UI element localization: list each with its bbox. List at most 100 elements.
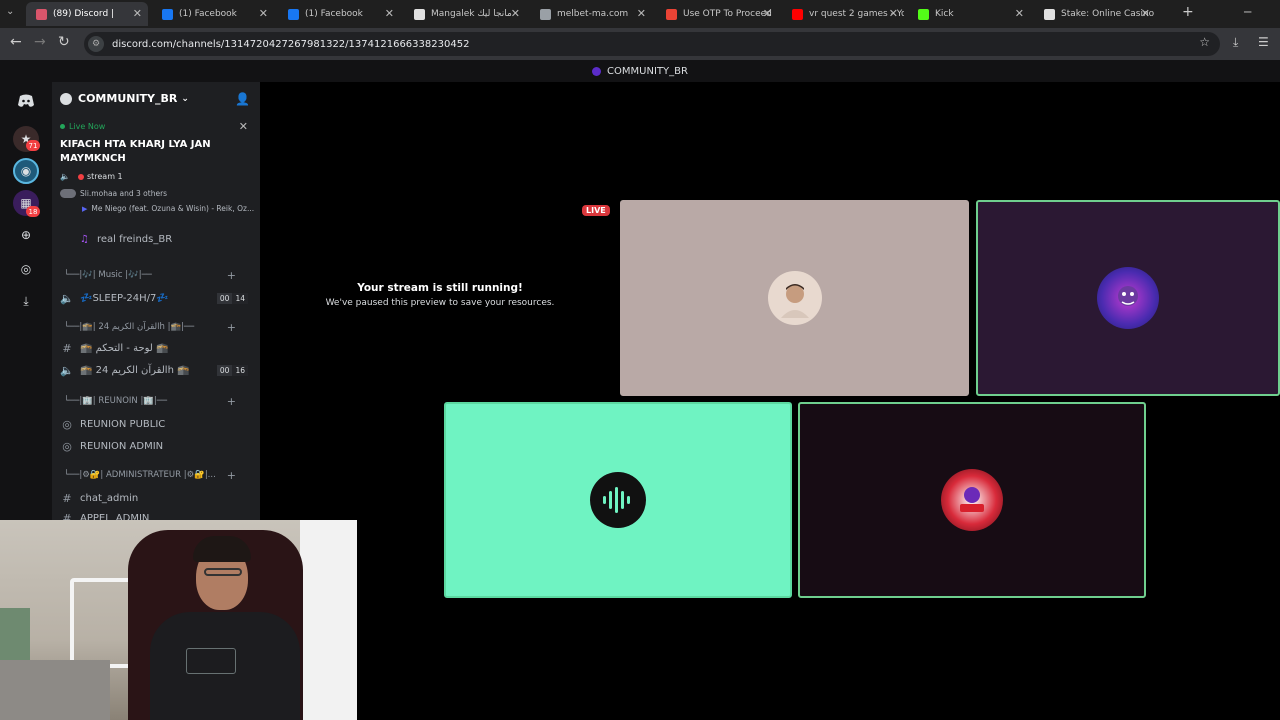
audio-wave-icon xyxy=(590,472,646,528)
new-tab-button[interactable]: + xyxy=(1182,4,1194,20)
browser-tab[interactable]: (1) Facebook ✕ xyxy=(278,2,400,26)
paused-preview-message: Your stream is still running! We've paus… xyxy=(320,282,560,308)
channel-item[interactable]: # APPEL_ADMIN xyxy=(52,512,260,520)
browser-tab[interactable]: (89) Discord | ✕ xyxy=(26,2,148,26)
server-rail: ★ 71 ◉ ▦ 18 ⊕ ◎ ⤓ xyxy=(0,82,52,520)
channel-item[interactable]: 🔈 🕋 القرآن الكريم 24h 🕋 00 16 xyxy=(52,364,260,377)
discover-icon[interactable]: ◎ xyxy=(13,256,39,282)
create-channel-icon[interactable]: + xyxy=(227,469,236,482)
avatar-stack xyxy=(60,189,76,198)
tab-close-icon[interactable]: ✕ xyxy=(889,7,898,20)
tab-close-icon[interactable]: ✕ xyxy=(133,7,142,20)
category-label: └──|⚙🔐| ADMINISTRATEUR |⚙🔐|... xyxy=(64,470,216,480)
channel-item[interactable]: 🔈 💤SLEEP-24H/7💤 00 14 xyxy=(52,292,260,305)
tab-title: melbet-ma.com xyxy=(557,9,629,19)
close-icon[interactable]: ✕ xyxy=(239,120,248,133)
site-info-icon[interactable]: ⚙ xyxy=(88,36,104,52)
member-name: real freinds_BR xyxy=(96,234,173,245)
live-now-panel[interactable]: Live Now ✕ KIFACH HTA KHARJ LYA JAN MAYM… xyxy=(52,116,260,204)
download-apps-icon[interactable]: ⤓ xyxy=(13,288,39,314)
tab-close-icon[interactable]: ✕ xyxy=(637,7,646,20)
glasses-icon xyxy=(204,568,242,576)
user-count: 00 xyxy=(216,293,233,304)
unread-badge: 71 xyxy=(26,140,40,151)
tab-title: Mangalek مانجا ليك xyxy=(431,9,512,19)
browser-tab[interactable]: Use OTP To Proceed ✕ xyxy=(656,2,778,26)
tab-favicon-icon xyxy=(666,8,677,20)
channel-item[interactable]: # chat_admin xyxy=(52,492,260,505)
tab-favicon-icon xyxy=(414,8,425,20)
speaker-icon: 🔈 xyxy=(60,172,70,181)
tab-close-icon[interactable]: ✕ xyxy=(1141,7,1150,20)
create-channel-icon[interactable]: + xyxy=(227,269,236,282)
category-label: └──|🕋| القرآن الكريم 24h |🕋|── xyxy=(64,322,195,332)
voice-channel-icon: 🔈 xyxy=(60,364,74,377)
browser-tab[interactable]: melbet-ma.com ✕ xyxy=(530,2,652,26)
text-channel-icon: # xyxy=(62,342,72,355)
stream-label: 🔈 stream 1 xyxy=(60,172,123,181)
tab-favicon-icon xyxy=(288,8,299,20)
browser-tab[interactable]: Kick ✕ xyxy=(908,2,1030,26)
server-name: COMMUNITY_BR xyxy=(78,92,178,105)
browser-toolbar: ← → ↻ ⚙ discord.com/channels/13147204272… xyxy=(0,28,1280,60)
tab-close-icon[interactable]: ✕ xyxy=(259,7,268,20)
avatar xyxy=(767,271,822,325)
user-limit: 16 xyxy=(232,365,248,376)
forward-button[interactable]: → xyxy=(34,34,46,50)
channel-category[interactable]: └──|⚙🔐| ADMINISTRATEUR |⚙🔐|... + xyxy=(64,469,260,482)
channel-item[interactable]: ◎ REUNION ADMIN xyxy=(52,440,260,453)
participant-tile[interactable] xyxy=(798,402,1146,598)
create-channel-icon[interactable]: + xyxy=(227,321,236,334)
webcam-window xyxy=(300,520,357,720)
extensions-icon[interactable]: ☰ xyxy=(1258,35,1269,49)
channel-category[interactable]: └──|🏢| REUNOIN |🏢|── + xyxy=(64,395,260,408)
channel-name: chat_admin xyxy=(80,493,139,504)
channel-sidebar: COMMUNITY_BR ⌄ 👤 Live Now ✕ KIFACH HTA K… xyxy=(52,82,260,520)
url-text: discord.com/channels/1314720427267981322… xyxy=(112,38,470,50)
shirt-logo-icon xyxy=(186,648,236,674)
tab-close-icon[interactable]: ✕ xyxy=(1015,7,1024,20)
browser-tab[interactable]: (1) Facebook ✕ xyxy=(152,2,274,26)
participant-tile[interactable] xyxy=(620,200,969,396)
tab-close-icon[interactable]: ✕ xyxy=(763,7,772,20)
reload-button[interactable]: ↻ xyxy=(58,34,70,50)
server-header[interactable]: COMMUNITY_BR ⌄ xyxy=(60,92,189,105)
chevron-down-icon: ⌄ xyxy=(181,93,189,104)
avatar xyxy=(941,469,1003,531)
channel-name: 🕋 لوحة - التحكم 🕋 xyxy=(80,343,169,354)
tab-favicon-icon xyxy=(1044,8,1055,20)
voice-member[interactable]: ♫ real freinds_BR xyxy=(80,234,260,245)
browser-tab[interactable]: vr quest 2 games - Yo ✕ xyxy=(782,2,904,26)
tab-close-icon[interactable]: ✕ xyxy=(511,7,520,20)
channel-name: REUNION ADMIN xyxy=(80,441,164,452)
discord-home-icon[interactable] xyxy=(13,88,39,114)
tab-search-icon[interactable]: ⌄ xyxy=(6,6,14,17)
channel-item[interactable]: # 🕋 لوحة - التحكم 🕋 xyxy=(52,342,260,355)
browser-tab[interactable]: Stake: Online Casino ✕ xyxy=(1034,2,1156,26)
participant-tile[interactable] xyxy=(444,402,792,598)
webcam-table xyxy=(0,660,110,720)
browser-tab[interactable]: Mangalek مانجا ليك ✕ xyxy=(404,2,526,26)
browser-tab-bar: ⌄ (89) Discord | ✕ (1) Facebook ✕ (1) Facebo… xyxy=(0,0,1280,28)
create-channel-icon[interactable]: + xyxy=(227,395,236,408)
channel-item[interactable]: ◎ REUNION PUBLIC xyxy=(52,418,260,431)
invite-people-icon[interactable]: 👤 xyxy=(235,92,250,106)
back-button[interactable]: ← xyxy=(10,34,22,50)
channel-category[interactable]: └──|🕋| القرآن الكريم 24h |🕋|── + xyxy=(64,321,260,334)
bookmark-star-icon[interactable]: ☆ xyxy=(1199,35,1210,49)
server-badge-icon xyxy=(60,92,72,105)
add-server-icon[interactable]: ⊕ xyxy=(13,222,39,248)
activity-line: ▶ Me Niego (feat. Ozuna & Wisin) - Reik, … xyxy=(82,204,260,213)
minimize-icon[interactable]: ─ xyxy=(1244,5,1251,19)
download-icon[interactable]: ⤓ xyxy=(1233,35,1238,50)
address-bar[interactable]: ⚙ discord.com/channels/13147204272679813… xyxy=(84,32,1220,56)
tab-close-icon[interactable]: ✕ xyxy=(385,7,394,20)
discord-title-bar: COMMUNITY_BR xyxy=(0,60,1280,82)
channel-category[interactable]: └──|🎶| Music |🎶|── + xyxy=(64,269,260,282)
participant-tile[interactable] xyxy=(976,200,1280,396)
live-status-text: Live Now xyxy=(69,122,106,131)
server-icon-community[interactable]: ◉ xyxy=(13,158,39,184)
avatar xyxy=(1097,267,1159,329)
voice-channel-icon: 🔈 xyxy=(60,292,74,305)
channel-name: REUNION PUBLIC xyxy=(80,419,166,430)
